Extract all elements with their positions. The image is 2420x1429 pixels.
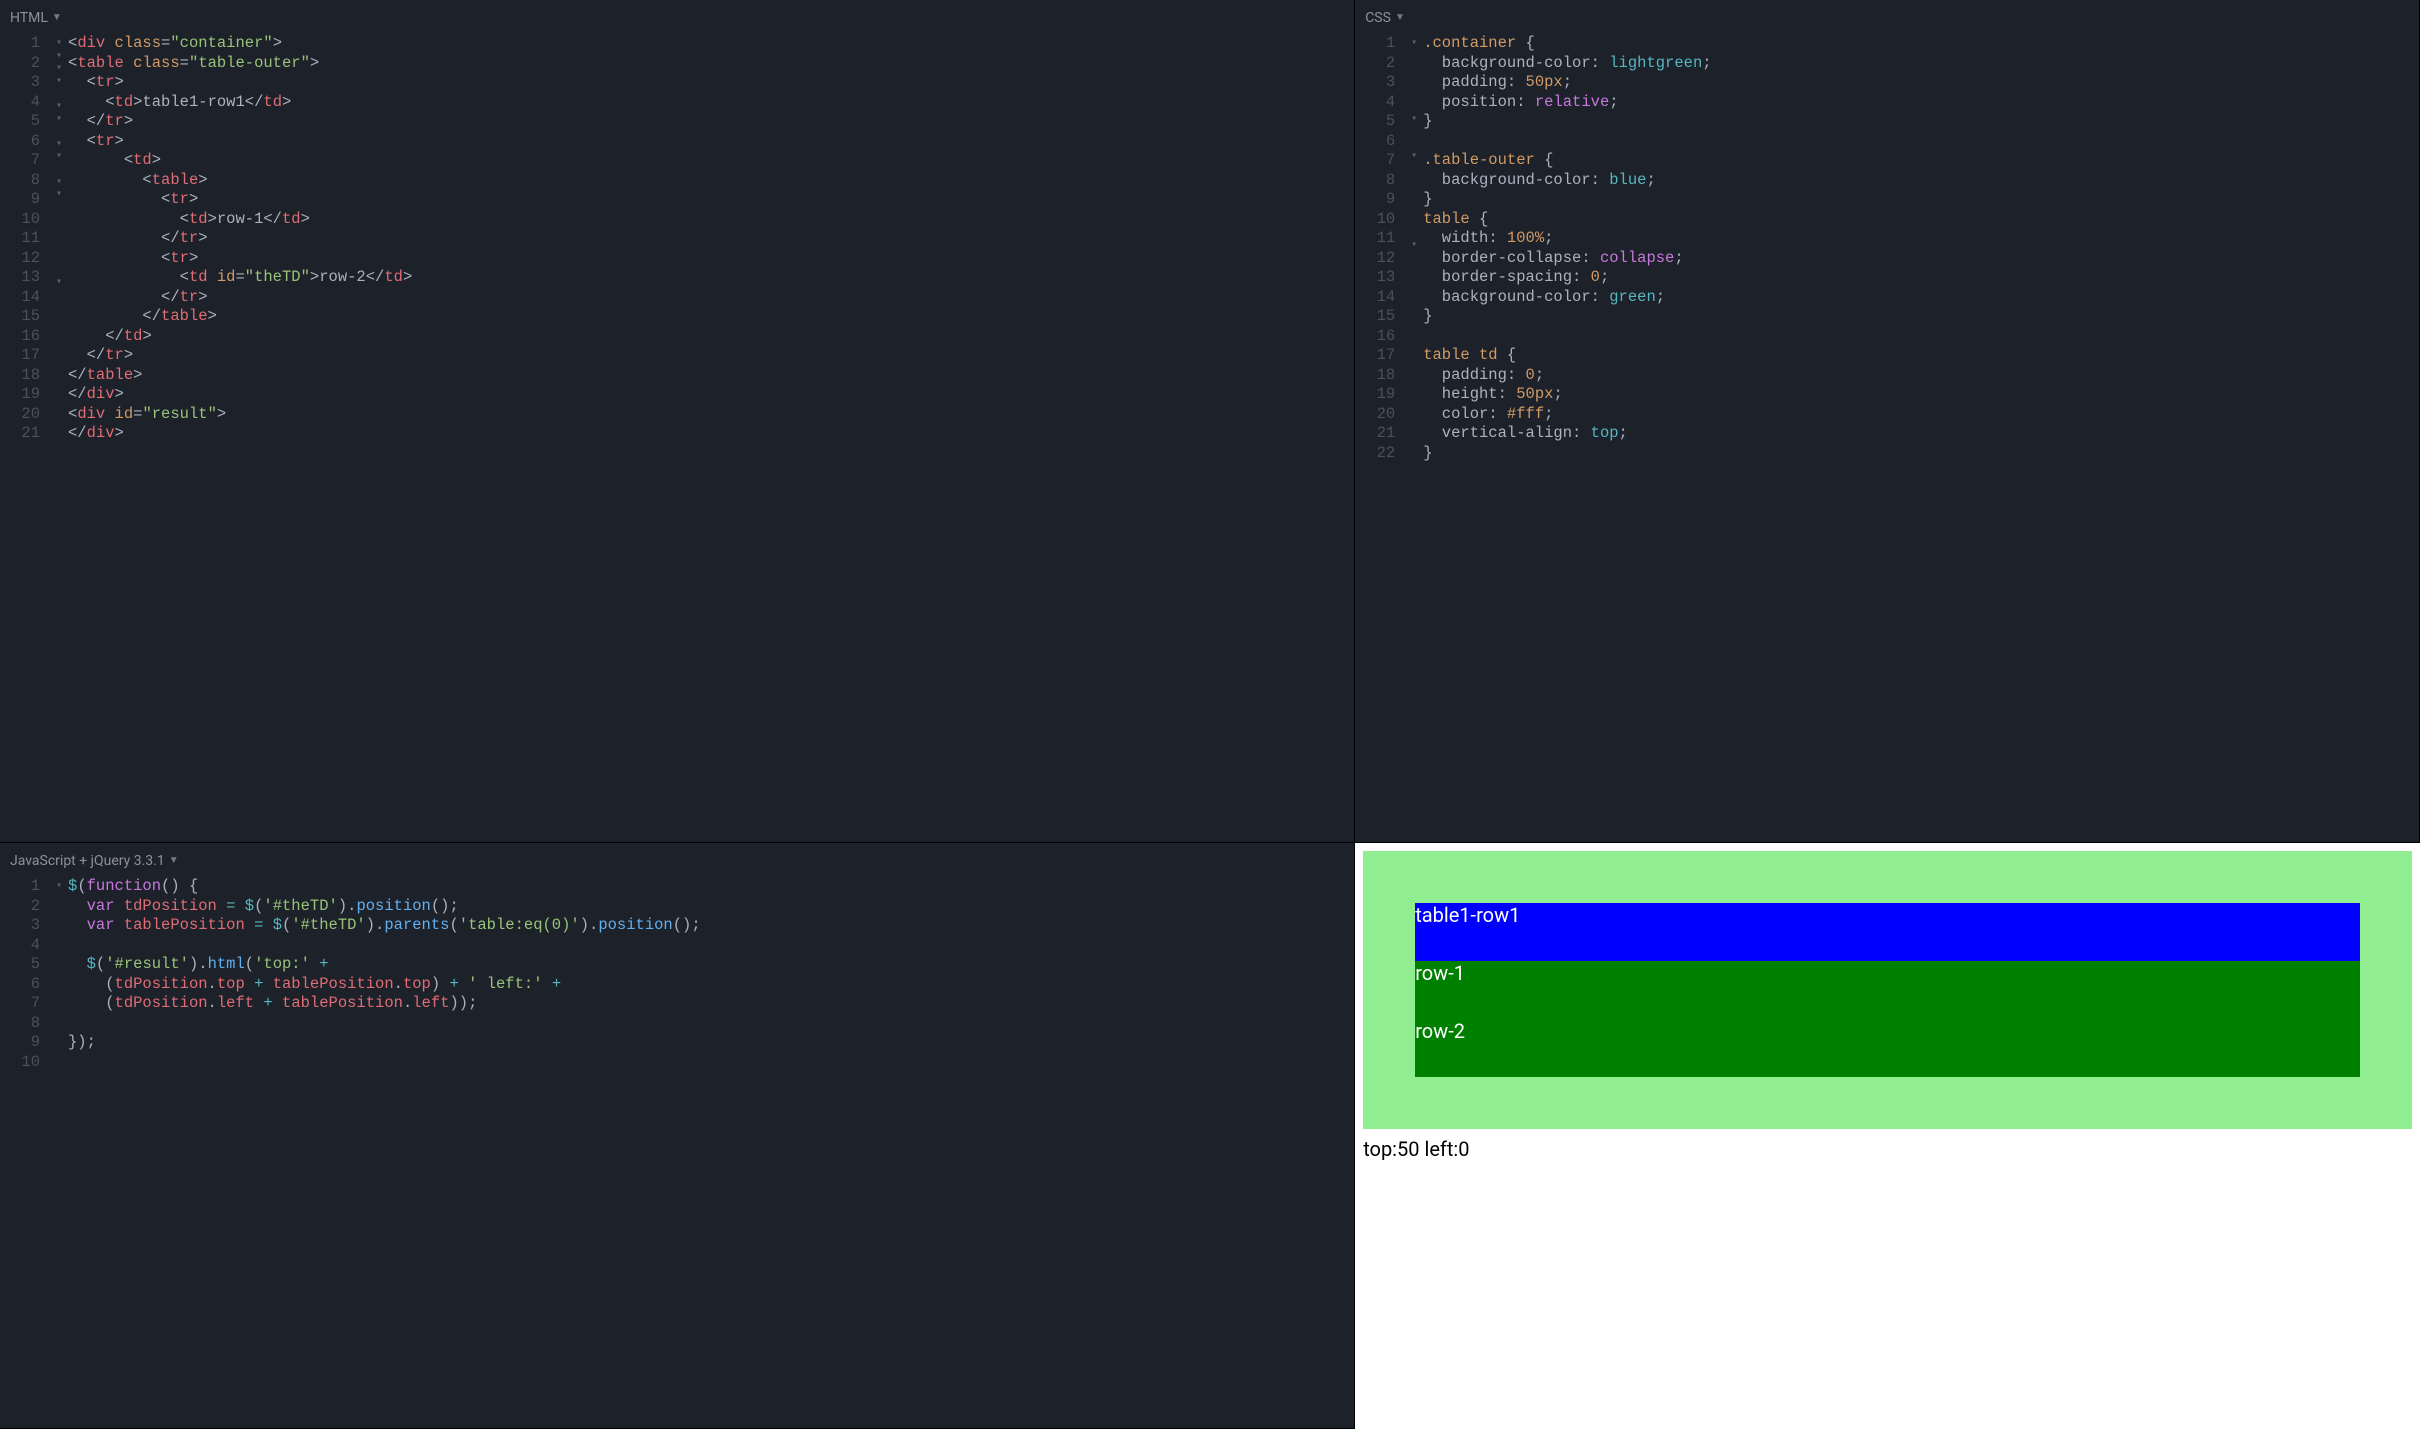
- output-table-outer: table1-row1 row-1 row-2: [1415, 903, 2360, 1077]
- output-pane: table1-row1 row-1 row-2: [1355, 843, 2420, 1429]
- output-result: top:50 left:0: [1363, 1137, 2412, 1161]
- html-pane-title: HTML: [10, 10, 48, 26]
- html-editor[interactable]: 123456789101112131415161718192021 ▾▾▾▾ ▾…: [0, 30, 1354, 842]
- js-pane-title: JavaScript + jQuery 3.3.1: [10, 853, 165, 869]
- chevron-down-icon: ▼: [52, 12, 62, 23]
- css-pane: CSS ▼ 1234567891011121314151617181920212…: [1355, 0, 2420, 843]
- table-row: row-1: [1415, 961, 2360, 1019]
- chevron-down-icon: ▼: [169, 855, 179, 866]
- js-editor[interactable]: 12345678910 ▾ $(function() { var tdPosit…: [0, 873, 1354, 1428]
- html-pane-header[interactable]: HTML ▼: [0, 0, 1354, 30]
- output-inner-td: row-1 row-2: [1415, 961, 2360, 1077]
- output-table-inner: row-1 row-2: [1415, 961, 2360, 1077]
- css-editor[interactable]: 12345678910111213141516171819202122 ▾ ▾ …: [1355, 30, 2419, 842]
- css-pane-header[interactable]: CSS ▼: [1355, 0, 2419, 30]
- js-code[interactable]: $(function() { var tdPosition = $('#theT…: [68, 877, 1354, 1428]
- output-cell-1: row-1: [1415, 961, 2360, 1019]
- app-grid: HTML ▼ 123456789101112131415161718192021…: [0, 0, 2420, 1429]
- css-code[interactable]: .container { background-color: lightgree…: [1423, 34, 2419, 842]
- css-pane-title: CSS: [1365, 10, 1391, 26]
- html-fold-gutter: ▾▾▾▾ ▾▾ ▾▾ ▾▾ ▾: [50, 34, 68, 842]
- js-pane: JavaScript + jQuery 3.3.1 ▼ 12345678910 …: [0, 843, 1355, 1429]
- table-row: row-2: [1415, 1019, 2360, 1077]
- js-gutter: 12345678910: [0, 877, 50, 1428]
- css-gutter: 12345678910111213141516171819202122: [1355, 34, 1405, 842]
- css-fold-gutter: ▾ ▾ ▾ ▾: [1405, 34, 1423, 842]
- js-pane-header[interactable]: JavaScript + jQuery 3.3.1 ▼: [0, 843, 1354, 873]
- output-cell-2: row-2: [1415, 1019, 2360, 1077]
- chevron-down-icon: ▼: [1395, 12, 1405, 23]
- table-row: table1-row1: [1415, 903, 2360, 961]
- html-gutter: 123456789101112131415161718192021: [0, 34, 50, 842]
- table-row: row-1 row-2: [1415, 961, 2360, 1077]
- output-container: table1-row1 row-1 row-2: [1363, 851, 2412, 1129]
- output-cell-0: table1-row1: [1415, 903, 2360, 961]
- html-pane: HTML ▼ 123456789101112131415161718192021…: [0, 0, 1355, 843]
- js-fold-gutter: ▾: [50, 877, 68, 1428]
- html-code[interactable]: <div class="container"><table class="tab…: [68, 34, 1354, 842]
